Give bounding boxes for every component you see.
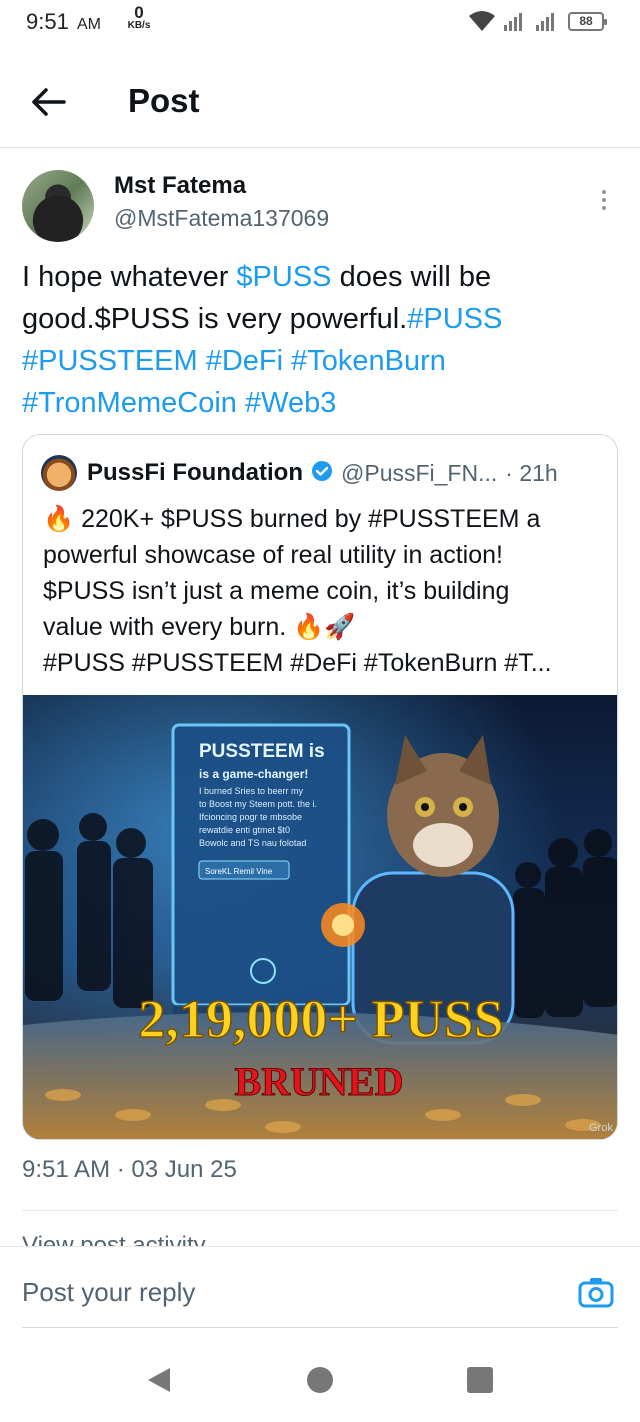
divider [22, 1210, 618, 1211]
more-dot-icon [602, 190, 606, 194]
svg-text:I burned Sries to beerr my: I burned Sries to beerr my [199, 786, 304, 796]
header: Post [0, 58, 640, 148]
status-icons: 88 [468, 10, 607, 32]
svg-text:Ifcioncing pogr te mbsobe: Ifcioncing pogr te mbsobe [199, 812, 302, 822]
avatar[interactable] [22, 170, 94, 242]
system-nav-bar [0, 1340, 640, 1422]
hashtag-link[interactable]: #PUSSTEEM [22, 345, 198, 377]
status-bar: 9:51 AM 0 KB/s 88 [0, 0, 640, 48]
svg-text:PUSSTEEM is: PUSSTEEM is [199, 741, 325, 762]
quote-header: PussFi Foundation @PussFi_FN... · 21h [41, 455, 558, 491]
hashtag-link[interactable]: #TronMemeCoin [22, 387, 237, 419]
quote-text-line: $PUSS isn’t just a meme coin, it’s build… [43, 577, 510, 605]
wifi-icon [469, 11, 495, 31]
quote-text-line: value with every burn. 🔥🚀 [43, 613, 356, 641]
svg-text:Grok: Grok [589, 1122, 613, 1134]
post-timestamp: 9:51 AM · 03 Jun 25 [22, 1156, 237, 1183]
post-text-segment: I hope whatever [22, 261, 237, 293]
quote-media-image[interactable]: PUSSTEEM is is a game-changer! I burned … [23, 695, 617, 1139]
hashtag-link[interactable]: #TokenBurn [291, 345, 446, 377]
camera-icon [578, 1278, 614, 1308]
svg-text:to Boost my Steem pott. the i.: to Boost my Steem pott. the i. [199, 799, 317, 809]
svg-text:BRUNED: BRUNED [235, 1059, 404, 1104]
arrow-left-icon [32, 88, 66, 116]
quoted-post[interactable]: PussFi Foundation @PussFi_FN... · 21h 🔥 … [22, 434, 618, 1140]
nav-home-button[interactable] [307, 1367, 333, 1393]
battery-icon: 88 [568, 11, 607, 31]
reply-input[interactable]: Post your reply [22, 1277, 195, 1308]
reply-divider [22, 1327, 618, 1328]
signal-icon-2 [536, 13, 554, 31]
back-button[interactable] [28, 82, 72, 122]
author-name[interactable]: Mst Fatema [114, 172, 246, 200]
hashtag-link[interactable]: #Web3 [245, 387, 336, 419]
view-post-activity-link[interactable]: View post activity [22, 1232, 206, 1246]
battery-level: 88 [579, 14, 593, 28]
quote-text-line: powerful showcase of real utility in act… [43, 541, 503, 569]
more-dot-icon [602, 206, 606, 210]
hashtag-link[interactable]: #PUSS [407, 303, 502, 335]
hashtag-link[interactable]: #DeFi [206, 345, 283, 377]
triangle-back-icon [148, 1368, 170, 1392]
quote-time: · 21h [505, 459, 558, 486]
reply-bar: Post your reply [0, 1246, 640, 1330]
svg-text:rewatdie enti gtmet $t0: rewatdie enti gtmet $t0 [199, 825, 290, 835]
svg-text:SoreKL Remil Vine: SoreKL Remil Vine [205, 867, 273, 876]
network-speed: 0 KB/s [127, 3, 151, 31]
quote-text: 🔥 220K+ $PUSS burned by #PUSSTEEM a powe… [43, 501, 603, 681]
nav-back-button[interactable] [146, 1366, 172, 1394]
cashtag-link[interactable]: $PUSS [236, 261, 331, 293]
more-dot-icon [602, 198, 606, 202]
svg-text:Bowolc and TS nau folotad: Bowolc and TS nau folotad [199, 838, 306, 848]
quote-author-name[interactable]: PussFi Foundation [87, 459, 303, 487]
signal-icon [504, 13, 522, 31]
quote-author-handle: @PussFi_FN... [341, 459, 498, 486]
camera-button[interactable] [578, 1275, 614, 1309]
verified-badge-icon [311, 460, 333, 487]
status-time: 9:51 AM [26, 9, 101, 34]
post-text: I hope whatever $PUSS does will be good.… [22, 256, 622, 424]
quote-text-line: #PUSS #PUSSTEEM #DeFi #TokenBurn #T... [43, 649, 552, 677]
svg-text:is a game-changer!: is a game-changer! [199, 767, 308, 781]
svg-text:2,19,000+ PUSS: 2,19,000+ PUSS [138, 989, 503, 1049]
nav-recents-button[interactable] [467, 1367, 493, 1393]
more-options-button[interactable] [596, 186, 612, 216]
quote-avatar[interactable] [41, 455, 77, 491]
page-title: Post [128, 82, 200, 119]
quote-text-line: 🔥 220K+ $PUSS burned by #PUSSTEEM a [43, 505, 541, 533]
author-handle[interactable]: @MstFatema137069 [114, 205, 329, 232]
